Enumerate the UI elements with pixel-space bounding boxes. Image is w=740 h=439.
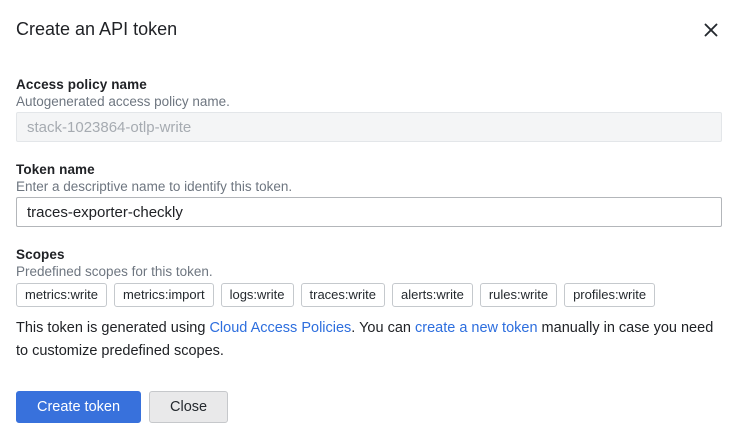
token-name-input[interactable] bbox=[16, 197, 722, 227]
scope-badges: metrics:write metrics:import logs:write … bbox=[16, 283, 722, 307]
dialog-title: Create an API token bbox=[16, 18, 177, 40]
create-token-button[interactable]: Create token bbox=[16, 391, 141, 423]
token-name-field: Token name Enter a descriptive name to i… bbox=[16, 162, 722, 227]
scope-badge: traces:write bbox=[301, 283, 385, 307]
scope-badge: logs:write bbox=[221, 283, 294, 307]
dialog-header: Create an API token bbox=[16, 18, 722, 41]
token-name-label: Token name bbox=[16, 162, 722, 178]
scopes-field: Scopes Predefined scopes for this token.… bbox=[16, 247, 722, 307]
create-api-token-dialog: Create an API token Access policy name A… bbox=[0, 0, 740, 439]
access-policy-label: Access policy name bbox=[16, 77, 722, 93]
create-new-token-link[interactable]: create a new token bbox=[415, 320, 538, 336]
close-icon[interactable] bbox=[700, 19, 722, 41]
scope-badge: metrics:write bbox=[16, 283, 107, 307]
scope-badge: rules:write bbox=[480, 283, 557, 307]
cloud-access-policies-link[interactable]: Cloud Access Policies bbox=[209, 320, 351, 336]
access-policy-field: Access policy name Autogenerated access … bbox=[16, 77, 722, 142]
close-button[interactable]: Close bbox=[149, 391, 228, 423]
scope-badge: alerts:write bbox=[392, 283, 473, 307]
scopes-label: Scopes bbox=[16, 247, 722, 263]
access-policy-input bbox=[16, 112, 722, 142]
access-policy-description: Autogenerated access policy name. bbox=[16, 94, 722, 110]
note-text: . You can bbox=[351, 320, 415, 336]
note-text: This token is generated using bbox=[16, 320, 209, 336]
dialog-actions: Create token Close bbox=[16, 391, 722, 423]
scope-badge: profiles:write bbox=[564, 283, 655, 307]
scope-badge: metrics:import bbox=[114, 283, 214, 307]
token-generation-note: This token is generated using Cloud Acce… bbox=[16, 317, 716, 363]
scopes-description: Predefined scopes for this token. bbox=[16, 264, 722, 280]
token-name-description: Enter a descriptive name to identify thi… bbox=[16, 179, 722, 195]
